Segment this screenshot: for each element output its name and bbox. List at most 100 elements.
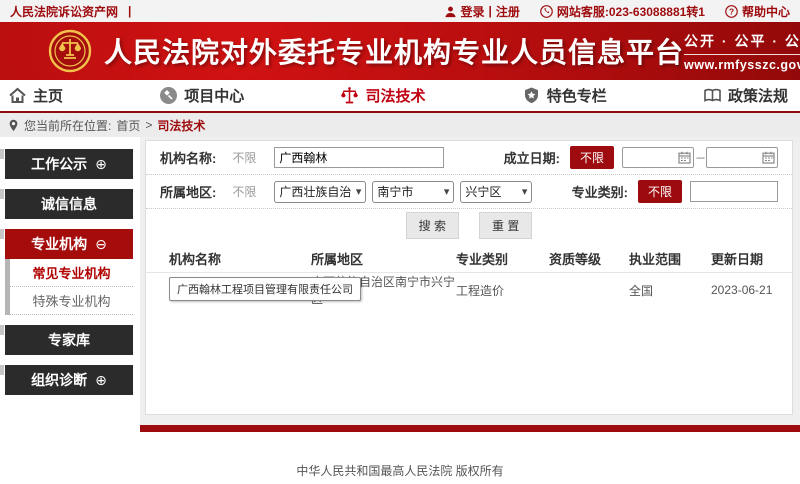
- copyright-text: 中华人民共和国最高人民法院 版权所有: [296, 464, 503, 478]
- category-unlimited-button[interactable]: 不限: [638, 180, 682, 203]
- sidebar-item-label: 专业机构: [31, 234, 87, 254]
- question-icon: ?: [725, 5, 738, 18]
- district-select[interactable]: 兴宁区: [460, 181, 532, 203]
- breadcrumb: 您当前所在位置: 首页 > 司法技术: [0, 113, 800, 137]
- submenu-item-label: 常见专业机构: [32, 263, 110, 282]
- city-select-value: 南宁市: [377, 183, 413, 200]
- founded-date-unlimited-button[interactable]: 不限: [570, 146, 614, 169]
- founded-date-label: 成立日期:: [504, 148, 560, 167]
- cell-scope: 全国: [629, 282, 711, 299]
- nav-label: 主页: [33, 85, 63, 106]
- sidebar-item-integrity-info[interactable]: 诚信信息: [5, 189, 133, 219]
- badge-star-icon: [522, 86, 541, 105]
- submenu-item-common-orgs[interactable]: 常见专业机构: [10, 259, 133, 287]
- province-select-value: 广西壮族自治: [279, 183, 351, 200]
- sister-site-link[interactable]: 人民法院诉讼资产网: [10, 3, 118, 20]
- search-button[interactable]: 搜 索: [406, 212, 459, 239]
- org-name-tooltip: 广西翰林工程项目管理有限责任公司: [169, 277, 361, 301]
- form-row-region-category: 所属地区: 不限 广西壮族自治 南宁市 兴宁区 专业类别: 不限: [146, 175, 792, 209]
- col-header-category: 专业类别: [456, 249, 549, 268]
- breadcrumb-current: 司法技术: [157, 117, 205, 134]
- district-select-value: 兴宁区: [465, 183, 501, 200]
- form-row-name-date: 机构名称: 不限 成立日期: 不限 ---: [146, 141, 792, 175]
- help-group[interactable]: ? 帮助中心: [725, 3, 790, 20]
- submenu-item-label: 特殊专业机构: [32, 291, 110, 310]
- org-name-input[interactable]: [274, 147, 444, 168]
- reset-button[interactable]: 重 置: [479, 212, 532, 239]
- breadcrumb-prefix: 您当前所在位置:: [24, 117, 111, 134]
- professional-orgs-submenu: 常见专业机构 特殊专业机构: [5, 259, 133, 315]
- sidebar-item-org-diagnosis[interactable]: 组织诊断 ⊕: [5, 365, 133, 395]
- sidebar-item-work-publicity[interactable]: 工作公示 ⊕: [5, 149, 133, 179]
- region-unlimited-option[interactable]: 不限: [232, 183, 256, 200]
- founded-date-start-box: [622, 147, 694, 168]
- search-panel: 机构名称: 不限 成立日期: 不限 ---: [145, 140, 793, 415]
- page: 人民法院诉讼资产网 | 登录 | 注册 网站客服:023-63088881转1: [0, 0, 800, 484]
- sidebar-item-expert-pool[interactable]: 专家库: [5, 325, 133, 355]
- breadcrumb-separator: >: [145, 118, 152, 132]
- org-name-label: 机构名称:: [160, 148, 216, 167]
- results-table-header: 机构名称 所属地区 专业类别 资质等级 执业范围 更新日期: [146, 245, 792, 273]
- org-name-unlimited-option[interactable]: 不限: [232, 149, 256, 166]
- scales-icon: [340, 86, 359, 105]
- col-header-updated: 更新日期: [711, 249, 782, 268]
- breadcrumb-home-link[interactable]: 首页: [116, 117, 140, 134]
- cell-updated: 2023-06-21: [711, 283, 782, 297]
- sidebar: 工作公示 ⊕ 诚信信息 专业机构 ⊖ 常见专业机构 特殊专业机构 专家库: [0, 137, 140, 432]
- nav-item-judicial-tech[interactable]: 司法技术: [340, 85, 425, 106]
- topbar-separator: |: [128, 4, 131, 18]
- sidebar-item-label: 组织诊断: [31, 370, 87, 390]
- col-header-grade: 资质等级: [549, 249, 629, 268]
- nav-label: 政策法规: [728, 85, 788, 106]
- slogan-text: 公开 · 公平 · 公正: [684, 31, 800, 55]
- site-banner: 人民法院对外委托专业机构专业人员信息平台 公开 · 公平 · 公正 www.rm…: [0, 22, 800, 80]
- nav-item-home[interactable]: 主页: [8, 85, 63, 106]
- province-select[interactable]: 广西壮族自治: [274, 181, 366, 203]
- nav-item-featured[interactable]: 特色专栏: [522, 85, 607, 106]
- nav-item-project-center[interactable]: 项目中心: [159, 85, 244, 106]
- sidebar-item-label: 专家库: [48, 330, 90, 350]
- expand-icon: ⊕: [95, 157, 107, 171]
- region-label: 所属地区:: [160, 182, 216, 201]
- home-icon: [8, 86, 27, 105]
- court-emblem-logo: [48, 29, 92, 73]
- login-register-divider: |: [489, 4, 492, 18]
- top-utility-bar: 人民法院诉讼资产网 | 登录 | 注册 网站客服:023-63088881转1: [0, 0, 800, 22]
- calendar-icon[interactable]: [762, 151, 775, 164]
- gavel-circle-icon: [159, 86, 178, 105]
- category-label: 专业类别:: [572, 182, 628, 201]
- user-icon: [444, 5, 457, 18]
- login-group[interactable]: 登录 | 注册: [444, 3, 520, 20]
- location-pin-icon: [8, 119, 19, 132]
- nav-label: 司法技术: [365, 85, 425, 106]
- phone-icon: [540, 5, 553, 18]
- calendar-icon[interactable]: [678, 151, 691, 164]
- content-column: 机构名称: 不限 成立日期: 不限 ---: [140, 137, 800, 432]
- col-header-org-name: 机构名称: [169, 249, 311, 268]
- hotline-text: 网站客服:023-63088881转1: [557, 3, 705, 20]
- nav-label: 特色专栏: [547, 85, 607, 106]
- collapse-icon: ⊖: [95, 237, 107, 251]
- page-footer: 中华人民共和国最高人民法院 版权所有: [0, 432, 800, 484]
- nav-label: 项目中心: [184, 85, 244, 106]
- help-center-link[interactable]: 帮助中心: [742, 3, 790, 20]
- site-title: 人民法院对外委托专业机构专业人员信息平台: [104, 31, 684, 71]
- book-icon: [703, 86, 722, 105]
- form-buttons-row: 搜 索 重 置: [146, 209, 792, 241]
- hotline-group: 网站客服:023-63088881转1: [540, 3, 705, 20]
- city-select[interactable]: 南宁市: [372, 181, 454, 203]
- expand-icon: ⊕: [95, 373, 107, 387]
- founded-date-end-box: [706, 147, 778, 168]
- main-nav: 主页 项目中心 司法技术 特色专栏 政策法规: [0, 80, 800, 113]
- nav-item-policies[interactable]: 政策法规: [703, 85, 788, 106]
- register-link[interactable]: 注册: [496, 3, 520, 20]
- col-header-scope: 执业范围: [629, 249, 711, 268]
- svg-text:?: ?: [729, 6, 734, 16]
- category-input[interactable]: [690, 181, 778, 202]
- login-link[interactable]: 登录: [461, 3, 485, 20]
- date-range-separator: ---: [696, 152, 704, 164]
- sidebar-item-label: 诚信信息: [41, 194, 97, 214]
- main-region: 工作公示 ⊕ 诚信信息 专业机构 ⊖ 常见专业机构 特殊专业机构 专家库: [0, 137, 800, 432]
- sidebar-item-professional-orgs[interactable]: 专业机构 ⊖: [5, 229, 133, 259]
- submenu-item-special-orgs[interactable]: 特殊专业机构: [10, 287, 133, 315]
